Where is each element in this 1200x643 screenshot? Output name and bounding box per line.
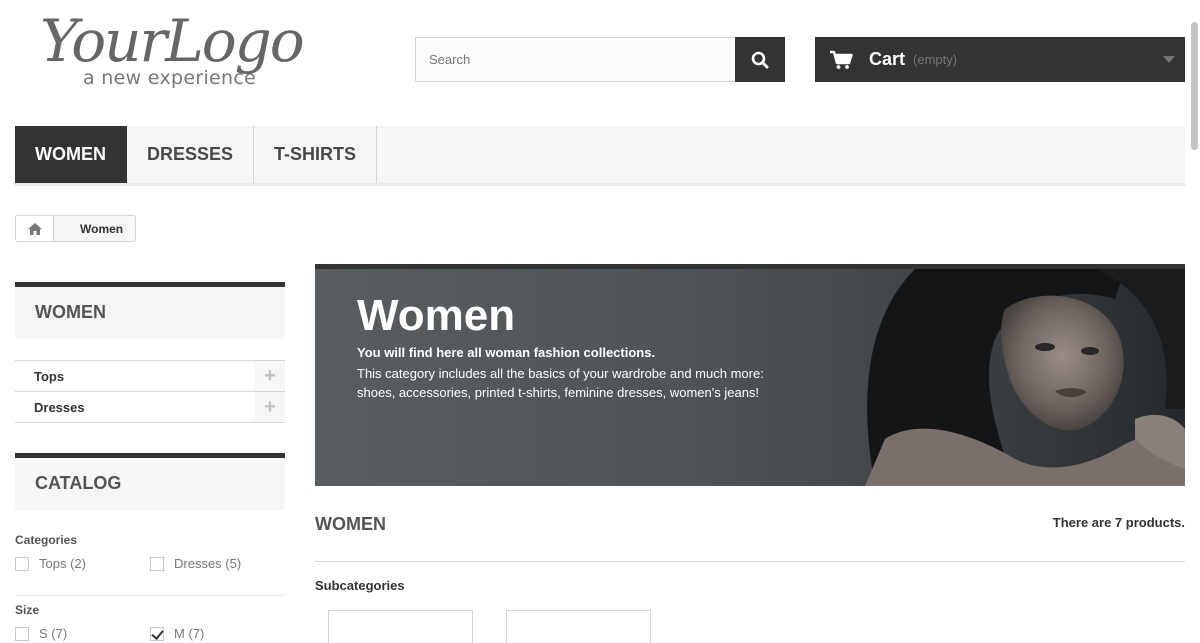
expand-plus-icon[interactable]: + — [255, 392, 285, 422]
search-input[interactable] — [415, 37, 736, 82]
search-icon — [751, 51, 769, 68]
menu-item-dresses[interactable]: DRESSES — [127, 126, 255, 183]
filter-option-label: Dresses (5) — [174, 556, 242, 571]
heading-divider — [315, 561, 1185, 562]
filter-size-s[interactable]: S (7) — [15, 626, 67, 641]
checkbox[interactable] — [15, 626, 29, 641]
cart-label: Cart — [869, 49, 906, 69]
filter-category-dresses[interactable]: Dresses (5) — [150, 556, 241, 571]
filter-size-heading: Size — [15, 603, 40, 617]
category-block-title: WOMEN — [15, 282, 285, 339]
site-logo[interactable]: YourLogo a new experience — [40, 12, 330, 92]
filter-divider — [15, 595, 285, 596]
banner-title: Women — [357, 291, 516, 340]
expand-plus-icon[interactable]: + — [255, 361, 285, 391]
cart-icon — [830, 50, 853, 69]
subcategories-heading: Subcategories — [315, 578, 405, 593]
top-menu: WOMEN DRESSES T-SHIRTS — [15, 126, 1185, 186]
model-photo — [765, 269, 1185, 486]
logo-text: YourLogo — [40, 7, 305, 75]
chevron-down-icon — [1163, 56, 1175, 63]
page-scrollbar[interactable] — [1191, 22, 1198, 150]
category-item-dresses: Dresses + — [15, 392, 285, 423]
category-item-tops: Tops + — [15, 361, 285, 392]
filter-size-m[interactable]: M (7) — [150, 626, 204, 641]
subcategory-card[interactable] — [506, 610, 651, 643]
breadcrumb-home[interactable] — [16, 216, 54, 241]
search-button[interactable] — [735, 37, 785, 82]
category-tree: Tops + Dresses + — [15, 360, 285, 423]
catalog-block-title: CATALOG — [15, 453, 285, 510]
banner-intro: You will find here all woman fashion col… — [357, 345, 656, 360]
checkbox[interactable] — [150, 556, 164, 571]
checkbox-checked[interactable] — [150, 626, 164, 641]
filter-option-label: Tops (2) — [39, 556, 86, 571]
logo-tagline: a new experience — [83, 67, 257, 89]
checkbox[interactable] — [15, 556, 29, 571]
subcategory-card[interactable] — [328, 610, 473, 643]
breadcrumb: Women — [15, 215, 137, 242]
home-icon — [27, 222, 42, 235]
product-count: There are 7 products. — [1052, 515, 1185, 530]
banner-description: This category includes all the basics of… — [357, 366, 764, 400]
page-title: WOMEN — [315, 514, 386, 534]
filter-category-tops[interactable]: Tops (2) — [15, 556, 86, 571]
category-item-label[interactable]: Dresses — [15, 400, 85, 415]
filter-option-label: S (7) — [39, 626, 68, 641]
category-item-label[interactable]: Tops — [15, 369, 64, 384]
menu-item-tshirts[interactable]: T-SHIRTS — [254, 126, 378, 183]
filter-option-label: M (7) — [174, 626, 205, 641]
cart-status: (empty) — [913, 52, 958, 67]
filter-categories-heading: Categories — [15, 533, 78, 547]
menu-item-women[interactable]: WOMEN — [15, 126, 127, 183]
category-banner: Women You will find here all woman fashi… — [315, 264, 1185, 486]
breadcrumb-current: Women — [80, 221, 124, 236]
cart-dropdown[interactable]: Cart (empty) — [815, 37, 1185, 82]
